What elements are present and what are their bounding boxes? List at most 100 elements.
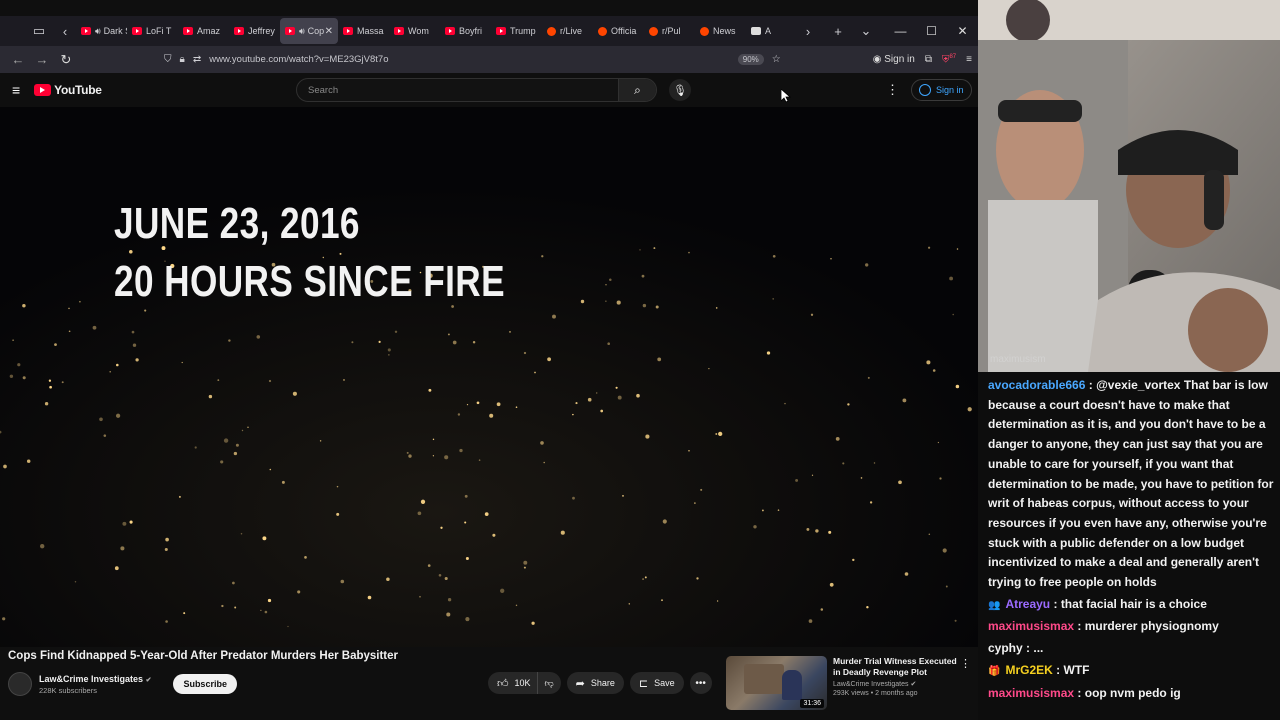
city-light [628,603,631,605]
url-text[interactable]: www.youtube.com/watch?v=ME23GjV8t7o [209,54,388,65]
city-light [233,451,238,456]
scroll-tabs-right-icon[interactable]: › [797,20,819,42]
chat-username[interactable]: Atreayu [1005,597,1050,611]
browser-tab[interactable]: News [695,18,746,44]
save-button[interactable]: ⊏ Save [629,672,684,694]
youtube-favicon-icon [343,27,353,35]
city-light [74,581,77,583]
reload-icon[interactable]: ↻ [54,52,78,68]
app-menu-icon[interactable]: ≡ [966,54,972,65]
channel-avatar[interactable] [8,672,32,696]
city-light [847,403,850,406]
city-light [605,284,607,286]
tracking-shield-icon[interactable]: ⛉ [164,54,172,65]
chat-message: maximusismax : oop nvm pedo ig [988,684,1274,704]
account-icon: ◉ [872,53,885,65]
browser-tab[interactable]: Wom [389,18,440,44]
city-light [694,502,696,504]
city-light [605,300,607,302]
guide-menu-icon[interactable]: ≡ [12,82,20,98]
recommended-video[interactable]: 31:36 Murder Trial Witness Executed in D… [726,656,957,710]
bookmark-star-icon[interactable]: ☆ [772,54,781,65]
chat-username[interactable]: maximusismax [988,686,1074,700]
settings-kebab-icon[interactable]: ⋮ [886,82,899,98]
tab-audio-icon[interactable]: 🔊︎ [299,26,305,37]
list-tabs-icon[interactable]: ⌄ [855,20,877,42]
forward-icon[interactable]: → [30,52,54,67]
back-icon[interactable]: ← [6,52,30,67]
city-light [615,386,618,389]
tab-manager-icon[interactable]: ▭ [28,20,50,42]
scroll-tabs-left-icon[interactable]: ‹ [54,20,76,42]
youtube-sign-in-button[interactable]: Sign in [911,79,972,101]
close-tab-icon[interactable]: ✕ [325,26,333,37]
city-light [122,521,127,526]
city-light [860,477,863,479]
account-sign-in[interactable]: ◉ Sign in [873,54,915,65]
share-button[interactable]: ➦ Share [566,672,624,694]
city-light [926,360,931,365]
browser-tab[interactable]: Trump [491,18,542,44]
browser-tab[interactable]: r/Pul [644,18,695,44]
city-light [476,401,480,405]
recommended-menu-icon[interactable]: ⋮ [960,657,971,670]
browser-tab[interactable]: Jeffrey [229,18,280,44]
chat-username[interactable]: maximusismax [988,619,1074,633]
city-light [472,340,476,344]
city-light [99,417,103,422]
browser-tab[interactable]: Massa [338,18,389,44]
city-light [820,608,824,611]
browser-tab[interactable]: r/Live [542,18,593,44]
browser-tab[interactable]: Officia [593,18,644,44]
browser-tab[interactable]: Boyfri [440,18,491,44]
zoom-level[interactable]: 90% [737,54,764,65]
subscribe-button[interactable]: Subscribe [173,674,237,694]
chat-username[interactable]: cyphy [988,641,1023,655]
youtube-logo[interactable]: YouTube [34,83,102,97]
city-light [420,499,426,504]
verified-badge-icon: ✔ [145,676,152,684]
video-title: Cops Find Kidnapped 5-Year-Old After Pre… [8,650,399,662]
channel-name[interactable]: Law&Crime Investigates [39,674,143,684]
recommended-title[interactable]: Murder Trial Witness Executed in Deadly … [833,656,957,678]
lock-icon[interactable]: 🔒︎ [180,54,185,65]
city-light [235,443,239,447]
city-light [715,433,718,435]
city-light [367,595,372,600]
city-light [478,459,481,461]
dislike-button[interactable]: 👎︎ [536,672,561,694]
city-light [540,441,544,445]
new-tab-icon[interactable]: + [827,20,849,42]
recommended-thumbnail[interactable]: 31:36 [726,656,827,710]
browser-tab[interactable]: 🔊︎ Cop ✕ [280,18,338,44]
browser-tab-label: A [765,26,772,36]
more-actions-button[interactable]: ••• [689,672,712,694]
city-light [842,462,845,465]
minimize-icon[interactable]: — [885,24,916,38]
close-window-icon[interactable]: ✕ [947,24,978,38]
voice-search-button[interactable]: 🎙︎ [669,79,691,101]
video-player[interactable]: JUNE 23, 2016 20 HOURS SINCE FIRE [0,107,978,647]
city-light [61,381,64,384]
permissions-icon[interactable]: ⇄ [193,54,201,65]
search-button[interactable]: ⌕ [618,79,656,101]
city-light [509,331,511,333]
tab-audio-icon[interactable]: 🔊︎ [95,26,101,37]
chat-username[interactable]: MrG2EK [1005,663,1052,677]
like-button[interactable]: 👍︎ 10K [488,672,537,694]
city-light [700,488,703,491]
group-badge-icon: 👥 [988,599,1001,611]
browser-tab[interactable]: A [746,18,797,44]
browser-tab[interactable]: LoFi T [127,18,178,44]
thumbnail-person-shape [782,670,802,700]
browser-tab[interactable]: 🔊︎Dark S [76,18,127,44]
maximize-icon[interactable]: ☐ [916,24,947,38]
chat-username[interactable]: avocadorable666 [988,378,1085,392]
address-bar[interactable]: ⛉ 🔒︎ ⇄ www.youtube.com/watch?v=ME23GjV8t… [164,49,789,71]
search-input[interactable] [297,79,618,101]
extensions-icon[interactable]: ⧉ [925,54,932,65]
city-light [595,392,598,394]
ublock-extension-icon[interactable]: ⛨87 [942,54,956,65]
city-light [777,509,780,511]
browser-tab[interactable]: Amaz [178,18,229,44]
